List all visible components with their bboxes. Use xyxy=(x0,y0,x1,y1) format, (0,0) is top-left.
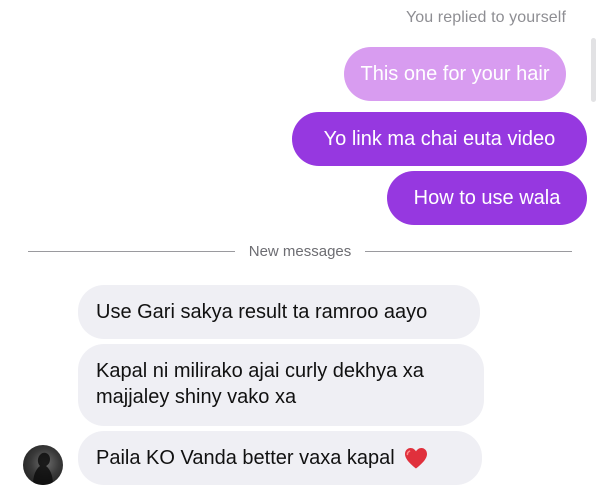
incoming-message-text: Use Gari sakya result ta ramroo aayo xyxy=(96,301,428,323)
avatar-silhouette-icon xyxy=(33,452,53,485)
divider-line-left xyxy=(28,250,235,252)
scroll-indicator[interactable] xyxy=(591,38,596,102)
heart-icon xyxy=(404,448,427,469)
new-messages-divider: New messages xyxy=(28,241,573,261)
outgoing-message-text: How to use wala xyxy=(413,187,561,209)
incoming-message-bubble[interactable]: Paila KO Vanda better vaxa kapal xyxy=(78,431,482,485)
avatar[interactable] xyxy=(23,445,63,485)
replied-message-bubble[interactable]: This one for your hair xyxy=(344,47,566,101)
new-messages-label: New messages xyxy=(248,242,352,260)
incoming-message-bubble[interactable]: Kapal ni milirako ajai curly dekhya xa m… xyxy=(78,344,484,426)
incoming-message-text: Paila KO Vanda better vaxa kapal xyxy=(96,447,395,469)
outgoing-message-bubble[interactable]: Yo link ma chai euta video xyxy=(292,112,587,166)
outgoing-message-bubble[interactable]: How to use wala xyxy=(387,171,587,225)
divider-line-right xyxy=(365,250,573,252)
outgoing-message-text: Yo link ma chai euta video xyxy=(323,128,556,150)
incoming-message-text: Kapal ni milirako ajai curly dekhya xa m… xyxy=(96,360,424,408)
incoming-message-bubble[interactable]: Use Gari sakya result ta ramroo aayo xyxy=(78,285,480,339)
replied-message-text: This one for your hair xyxy=(360,63,550,85)
reply-note: You replied to yourself xyxy=(405,9,566,26)
